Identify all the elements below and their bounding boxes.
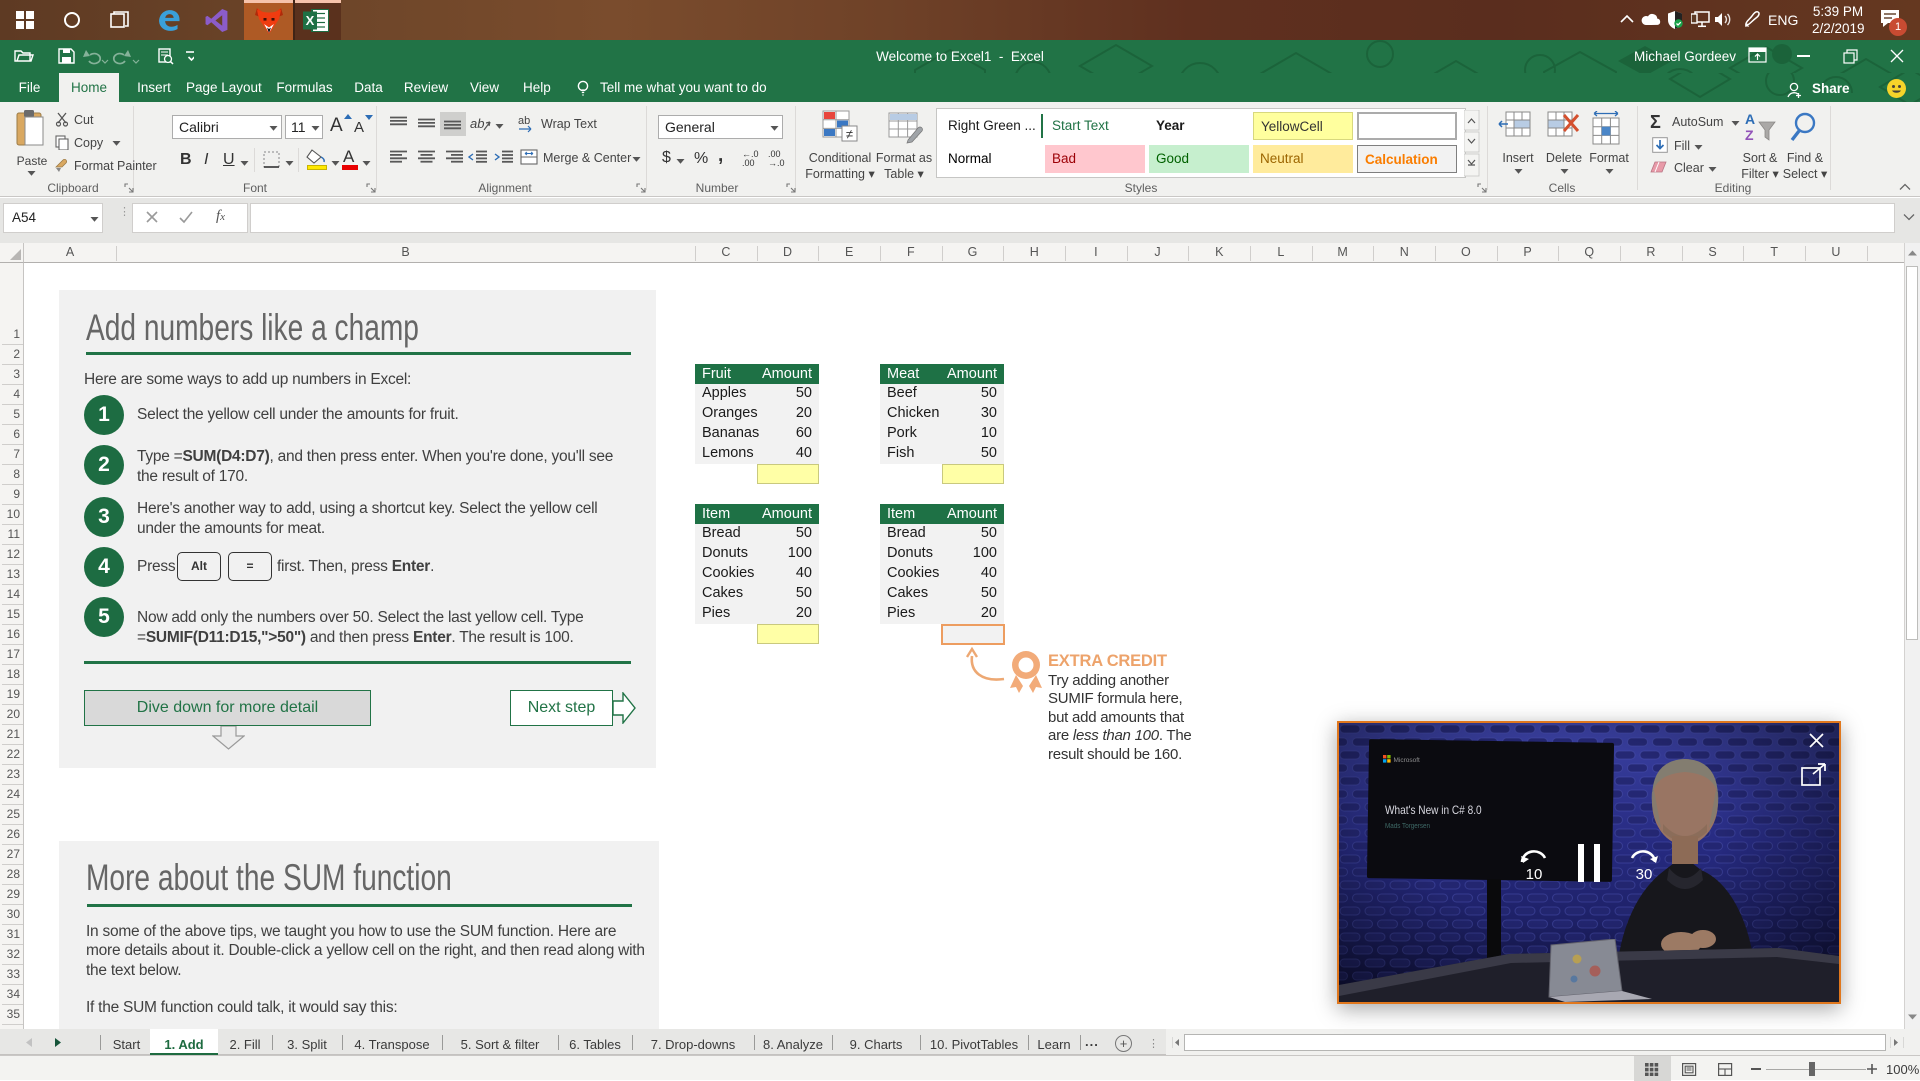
- svg-text:→.0: →.0: [768, 158, 785, 167]
- svg-text:Z: Z: [1745, 127, 1754, 143]
- svg-text:10: 10: [1526, 866, 1543, 882]
- svg-text:≠: ≠: [846, 127, 853, 142]
- svg-text:30: 30: [1636, 866, 1653, 882]
- svg-text:.00: .00: [742, 158, 755, 167]
- svg-text:ab: ab: [470, 116, 484, 131]
- svg-text:A: A: [1745, 111, 1755, 127]
- svg-text:X: X: [306, 13, 315, 28]
- svg-text:Microsoft: Microsoft: [1394, 757, 1421, 764]
- svg-text:ab: ab: [518, 115, 530, 127]
